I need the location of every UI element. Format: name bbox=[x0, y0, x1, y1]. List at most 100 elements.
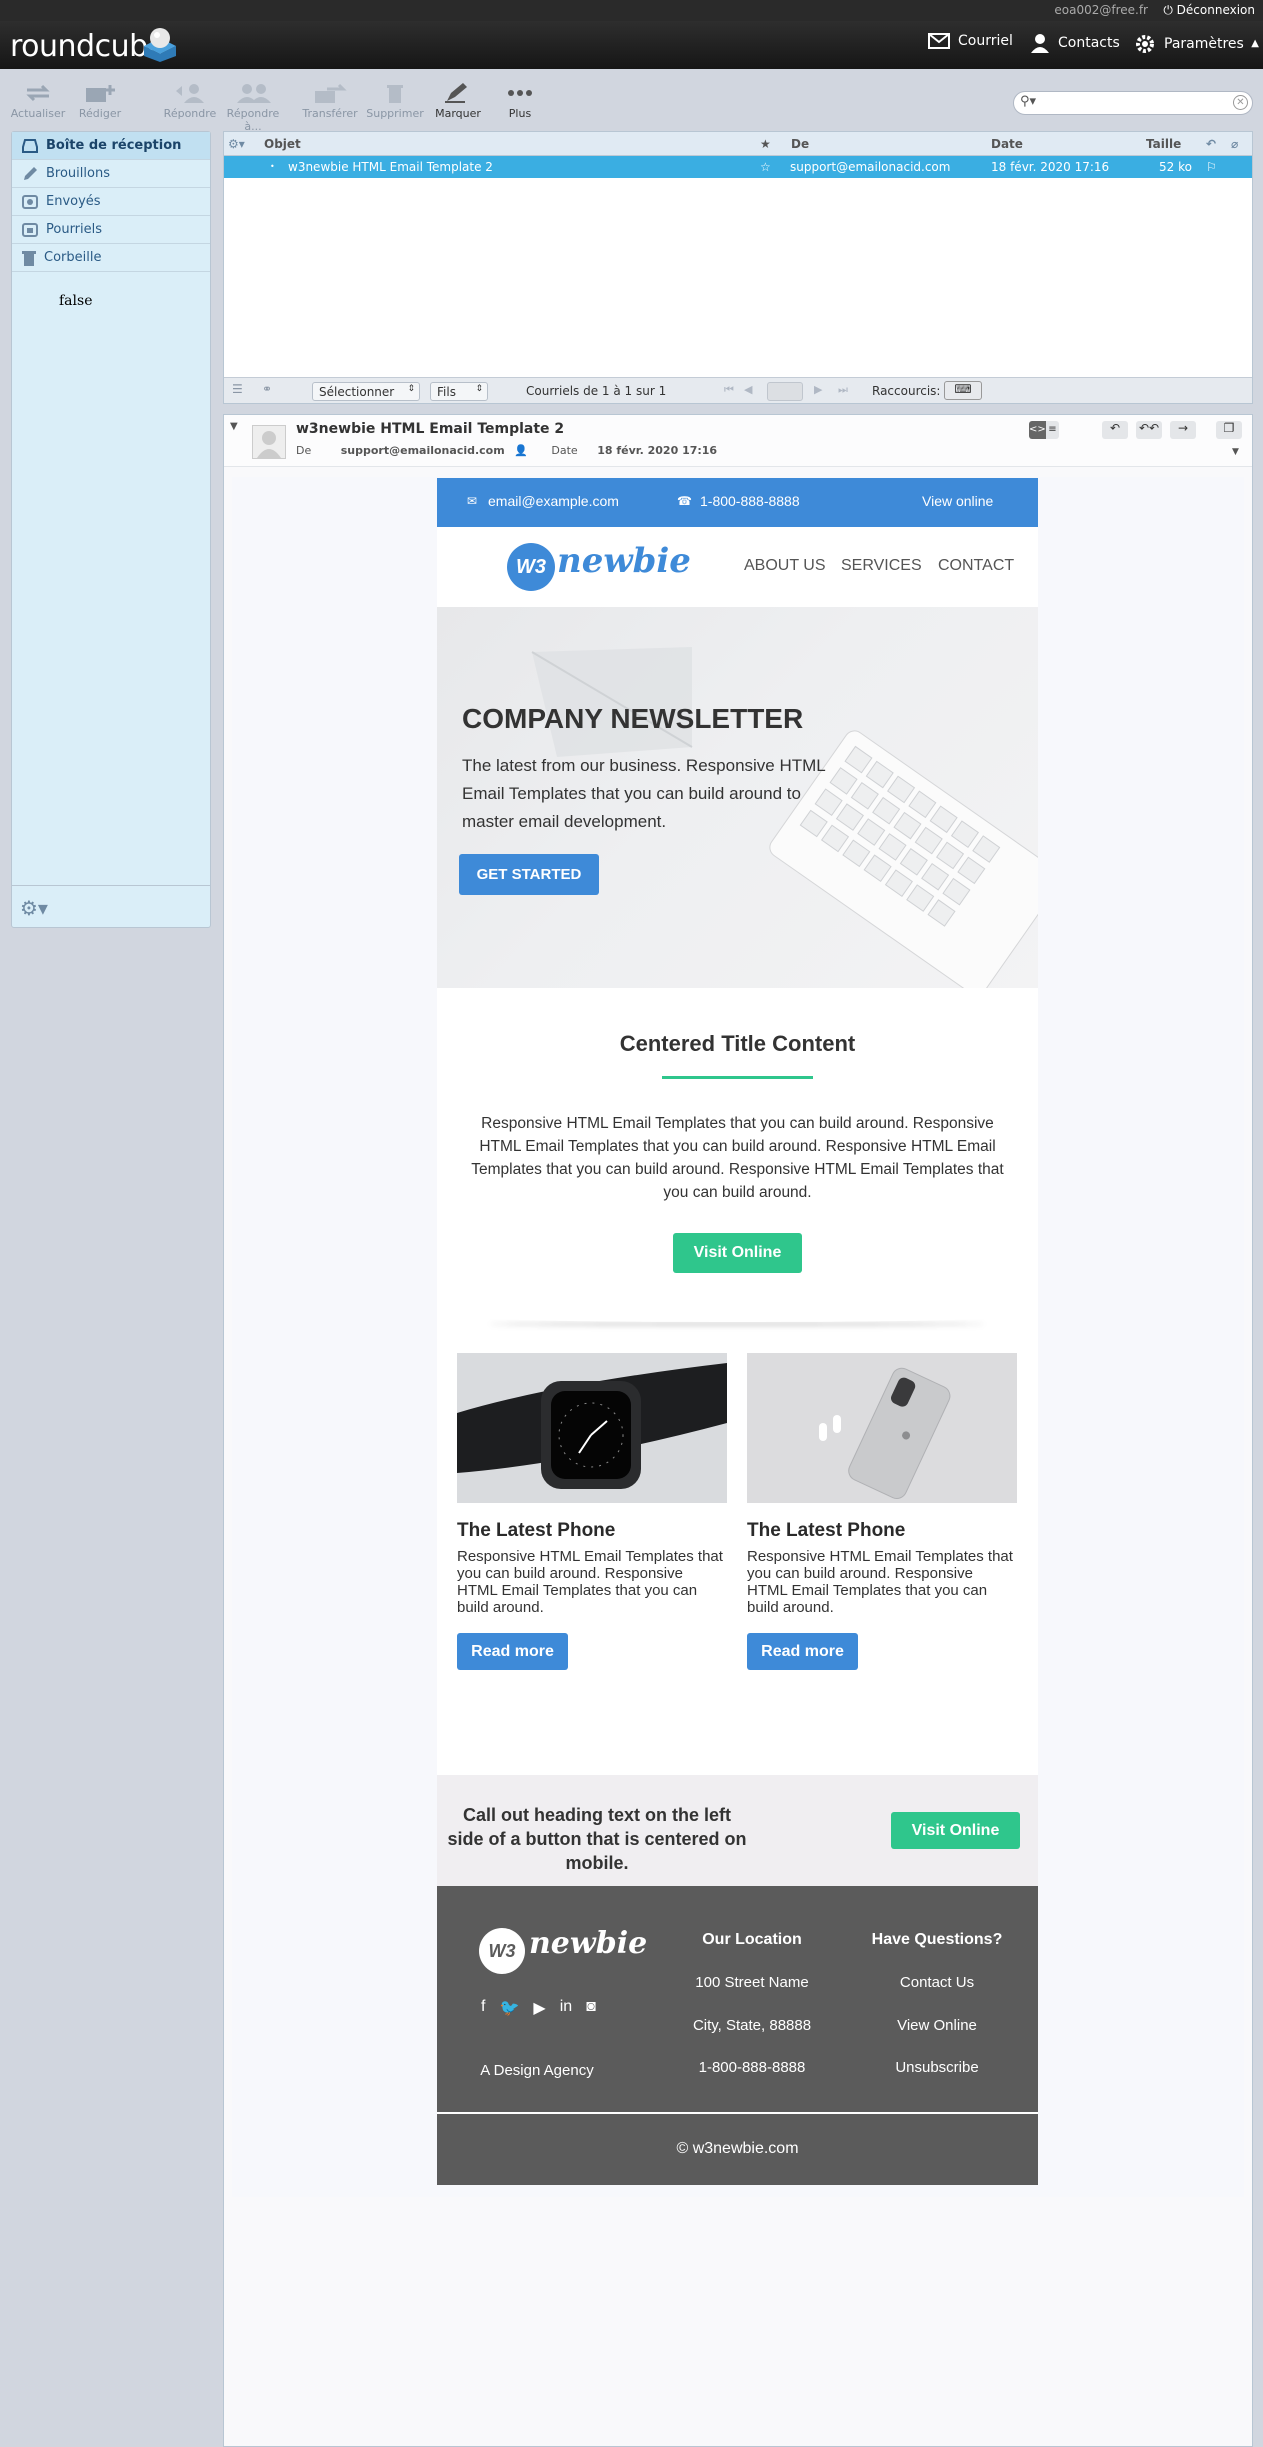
list-options-icon[interactable]: ⚙▾ bbox=[228, 137, 245, 151]
collapse-header-icon[interactable]: ▲ bbox=[1251, 38, 1259, 49]
card-text: Responsive HTML Email Templates that you… bbox=[457, 1548, 723, 1616]
search-icon[interactable]: ⚲▾ bbox=[1020, 94, 1036, 109]
footer-questions-title: Have Questions? bbox=[871, 1931, 1003, 1948]
attachment-icon[interactable]: ⌀ bbox=[1231, 137, 1238, 151]
select-dropdown[interactable]: Sélectionner ⇕ bbox=[312, 382, 420, 401]
email-top-address[interactable]: email@example.com bbox=[488, 493, 619, 509]
nav-mail[interactable]: Courriel bbox=[928, 33, 1013, 49]
avatar bbox=[252, 425, 286, 459]
threads-icon[interactable]: ⚭ bbox=[262, 382, 272, 396]
logo-mark: W3 bbox=[507, 543, 555, 591]
column-size[interactable]: Taille bbox=[1146, 137, 1181, 151]
chevron-icon: ⇕ bbox=[407, 384, 415, 394]
message-list-footer: ☰ ⚭ Sélectionner ⇕ Fils ⇕ Courriels de 1… bbox=[224, 377, 1252, 403]
nav-about[interactable]: ABOUT US bbox=[744, 557, 826, 575]
centered-text: Responsive HTML Email Templates that you… bbox=[471, 1115, 1004, 1201]
twitter-icon[interactable]: 🐦 bbox=[499, 1998, 519, 2018]
next-page-icon[interactable]: ▶ bbox=[814, 383, 822, 396]
page-number-input[interactable] bbox=[767, 382, 803, 401]
footer-agency: A Design Agency bbox=[480, 2062, 594, 2079]
reply-all-icon[interactable]: ↶↶ bbox=[1136, 421, 1162, 439]
read-more-button[interactable]: Read more bbox=[457, 1633, 568, 1670]
nav-services[interactable]: SERVICES bbox=[841, 557, 922, 575]
logout-label: Déconnexion bbox=[1176, 3, 1255, 17]
forward-icon[interactable]: → bbox=[1170, 421, 1196, 439]
instagram-icon[interactable]: ◙ bbox=[586, 1998, 596, 2018]
nav-contact[interactable]: CONTACT bbox=[938, 557, 1014, 575]
footer-phone[interactable]: 1-800-888-8888 bbox=[677, 2059, 827, 2076]
nav-settings-label: Paramètres bbox=[1164, 36, 1244, 52]
reply-button[interactable]: Répondre bbox=[158, 83, 222, 120]
forward-button[interactable]: Transférer bbox=[298, 83, 362, 120]
keyboard-icon[interactable]: ⌨ bbox=[944, 381, 982, 400]
footer-view-online-link[interactable]: View Online bbox=[857, 2017, 1017, 2034]
folder-drafts[interactable]: Brouillons bbox=[12, 160, 210, 188]
compose-button[interactable]: Rédiger bbox=[68, 83, 132, 120]
hero-text: The latest from our business. Responsive… bbox=[462, 756, 826, 831]
folder-settings-icon[interactable]: ⚙▾ bbox=[20, 896, 48, 920]
more-actions-icon[interactable]: ▼ bbox=[1232, 447, 1239, 457]
row-flag-icon[interactable]: ⚐ bbox=[1206, 160, 1217, 174]
footer-unsubscribe-link[interactable]: Unsubscribe bbox=[857, 2059, 1017, 2076]
sent-icon bbox=[22, 194, 38, 209]
search-input[interactable]: ⚲▾ ✕ bbox=[1013, 91, 1253, 115]
view-toggle: <> ≡ bbox=[1029, 421, 1059, 439]
more-label: Plus bbox=[508, 107, 532, 120]
callout-button[interactable]: Visit Online bbox=[891, 1812, 1020, 1849]
card-title: The Latest Phone bbox=[457, 1520, 616, 1541]
delete-label: Supprimer bbox=[366, 107, 424, 120]
get-started-button[interactable]: GET STARTED bbox=[459, 854, 599, 895]
nav-settings[interactable]: Paramètres bbox=[1134, 33, 1244, 55]
folder-inbox[interactable]: Boîte de réception bbox=[12, 132, 210, 160]
first-page-icon[interactable]: ⏮ bbox=[724, 383, 734, 397]
linkedin-icon[interactable]: in bbox=[560, 1998, 572, 2018]
add-contact-icon[interactable]: 👤 bbox=[514, 444, 528, 457]
youtube-icon[interactable]: ▶ bbox=[533, 1998, 545, 2018]
mark-button[interactable]: Marquer bbox=[426, 83, 490, 120]
column-subject[interactable]: Objet bbox=[264, 137, 301, 151]
email-topbar: ✉ email@example.com ☎ 1-800-888-8888 Vie… bbox=[437, 478, 1038, 527]
collapse-headers-icon[interactable]: ▼ bbox=[230, 421, 238, 432]
view-online-link[interactable]: View online bbox=[922, 493, 993, 509]
folder-sent[interactable]: Envoyés bbox=[12, 188, 210, 216]
threads-dropdown[interactable]: Fils ⇕ bbox=[430, 382, 488, 401]
reply-status-icon[interactable]: ↶ bbox=[1206, 137, 1216, 151]
clear-search-icon[interactable]: ✕ bbox=[1233, 95, 1248, 110]
junk-icon bbox=[22, 222, 38, 237]
pencil-icon bbox=[24, 166, 37, 180]
facebook-icon[interactable]: f bbox=[481, 1998, 485, 2018]
visit-online-button[interactable]: Visit Online bbox=[673, 1233, 802, 1273]
table-row[interactable]: • w3newbie HTML Email Template 2 ☆ suppo… bbox=[224, 156, 1252, 178]
delete-button[interactable]: Supprimer bbox=[363, 83, 427, 120]
reply-all-button[interactable]: Répondre à... bbox=[221, 83, 285, 133]
last-page-icon[interactable]: ⏭ bbox=[838, 383, 848, 397]
more-button[interactable]: Plus bbox=[488, 83, 552, 120]
open-window-icon[interactable]: ❐ bbox=[1216, 421, 1242, 439]
html-view-icon[interactable]: <> bbox=[1029, 421, 1046, 439]
row-subject: w3newbie HTML Email Template 2 bbox=[288, 160, 493, 174]
reply-icon[interactable]: ↶ bbox=[1102, 421, 1128, 439]
star-icon[interactable]: ☆ bbox=[760, 160, 771, 174]
refresh-button[interactable]: Actualiser bbox=[6, 83, 70, 120]
email-top-phone[interactable]: 1-800-888-8888 bbox=[700, 493, 800, 509]
logo-text: newbie bbox=[557, 541, 691, 581]
nav-contacts[interactable]: Contacts bbox=[1030, 33, 1120, 53]
list-menu-icon[interactable]: ☰ bbox=[232, 382, 243, 396]
trash-icon bbox=[387, 85, 403, 103]
column-from[interactable]: De bbox=[791, 137, 809, 151]
forward-label: Transférer bbox=[302, 107, 358, 120]
footer-contact-link[interactable]: Contact Us bbox=[857, 1974, 1017, 1991]
threads-label: Fils bbox=[437, 385, 456, 399]
logout-link[interactable]: ⏻ Déconnexion bbox=[1163, 3, 1255, 18]
shortcuts-label: Raccourcis: bbox=[872, 384, 941, 398]
from-address[interactable]: support@emailonacid.com bbox=[341, 444, 505, 457]
prev-page-icon[interactable]: ◀ bbox=[744, 383, 752, 396]
footer-logo-text: newbie bbox=[529, 1926, 648, 1961]
flag-column-icon[interactable]: ★ bbox=[760, 137, 771, 151]
column-date[interactable]: Date bbox=[991, 137, 1023, 151]
read-more-button[interactable]: Read more bbox=[747, 1633, 858, 1670]
folder-trash[interactable]: Corbeille bbox=[12, 244, 210, 272]
envelope-icon bbox=[928, 33, 950, 49]
plain-view-icon[interactable]: ≡ bbox=[1045, 421, 1059, 439]
folder-junk[interactable]: Pourriels bbox=[12, 216, 210, 244]
